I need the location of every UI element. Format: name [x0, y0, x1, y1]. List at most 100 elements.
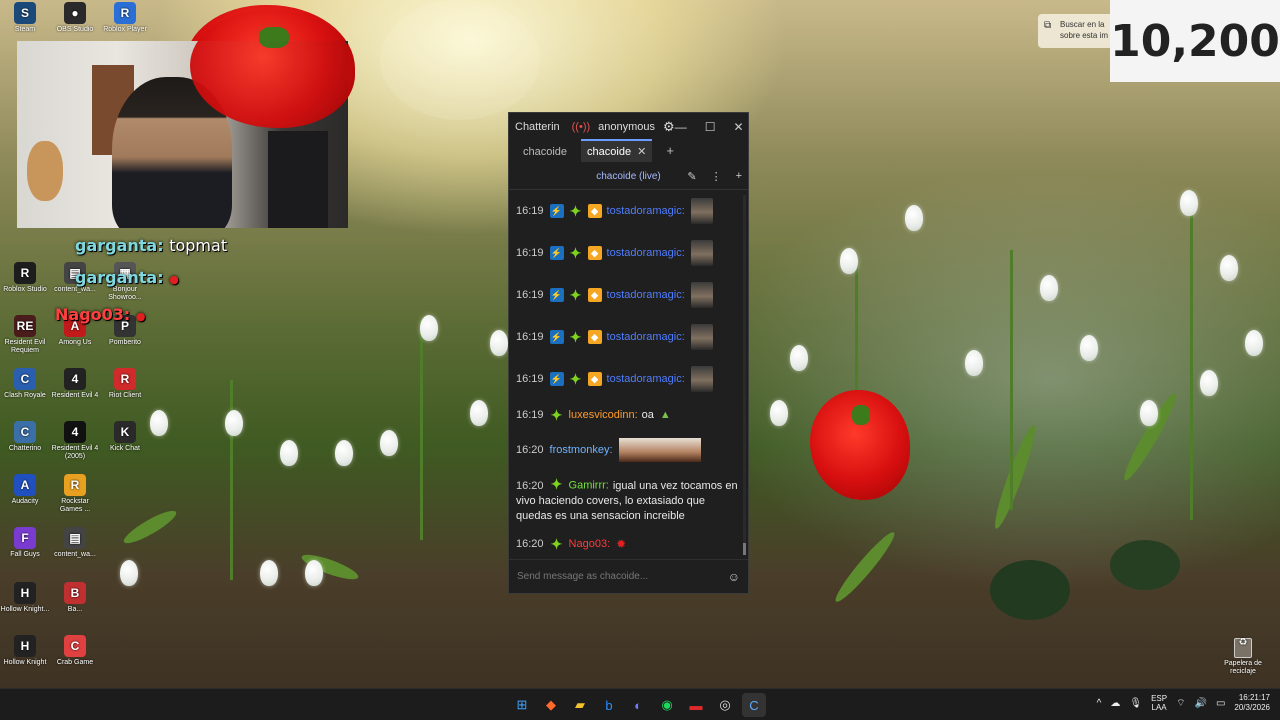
image-emote[interactable]: [618, 438, 701, 462]
split-header[interactable]: chacoide (live) ✎ ⋮ +: [509, 164, 748, 190]
windows-start-icon[interactable]: ⊞: [510, 693, 534, 717]
desktop-icon[interactable]: 4 Resident Evil 4: [50, 368, 100, 400]
add-split-icon[interactable]: +: [736, 170, 742, 183]
face-emote[interactable]: [690, 282, 713, 308]
chat-message[interactable]: 16:20 frostmonkey:: [516, 438, 741, 462]
message-timestamp: 16:19: [516, 204, 544, 217]
more-options-icon[interactable]: ⋮: [711, 170, 722, 183]
recording-app-icon[interactable]: ▬: [684, 693, 708, 717]
channel-header-title: chacoide (live): [596, 171, 661, 182]
moderation-icon[interactable]: ✎: [687, 170, 696, 183]
visual-search-hint[interactable]: ⧉ Buscar en la sobre esta im: [1038, 14, 1118, 48]
message-list[interactable]: 16:19 ⚡ ✦ ◆ tostadoramagic: 16:19 ⚡ ✦ ◆ tostadora…: [509, 192, 748, 559]
app-icon: ▤: [64, 527, 86, 549]
chat-message[interactable]: 16:19 ⚡ ✦ ◆ tostadoramagic:: [516, 198, 741, 224]
chatterino-taskbar-icon[interactable]: C: [742, 693, 766, 717]
message-username[interactable]: Gamirrr:: [569, 480, 609, 492]
snowdrop-flower: [335, 440, 353, 466]
bing-icon[interactable]: b: [597, 693, 621, 717]
scrollbar-thumb[interactable]: [743, 543, 746, 555]
snowdrop-flower: [1080, 335, 1098, 361]
maximize-button[interactable]: ☐: [705, 120, 716, 134]
desktop-icon[interactable]: B Ba...: [50, 582, 100, 614]
message-username[interactable]: tostadoramagic:: [607, 330, 685, 345]
chat-message[interactable]: 16:20 ✦ Nago03: ✹: [516, 536, 741, 552]
desktop-icon-label: OBS Studio: [56, 26, 94, 33]
desktop-icon[interactable]: RE Resident Evil Requiem: [0, 315, 50, 355]
snowdrop-flower: [1220, 255, 1238, 281]
spotify-icon[interactable]: ◉: [655, 693, 679, 717]
obs-icon[interactable]: ◎: [713, 693, 737, 717]
face-emote[interactable]: [690, 240, 713, 266]
gear-icon[interactable]: ⚙: [663, 119, 675, 135]
message-username[interactable]: tostadoramagic:: [607, 372, 685, 387]
desktop-icon-label: Crab Game: [56, 659, 94, 666]
chat-message[interactable]: 16:20 ✦ Gamirrr: igual una vez tocamos en v…: [516, 476, 741, 524]
tomato-emote[interactable]: ✹: [616, 537, 626, 552]
chevron-up-icon[interactable]: ^: [1097, 698, 1102, 709]
chat-scrollbar[interactable]: [743, 195, 746, 555]
desktop-icon[interactable]: K Kick Chat: [100, 421, 150, 453]
battery-icon[interactable]: ▭: [1216, 698, 1225, 709]
emoji-picker-icon[interactable]: ☺: [728, 570, 740, 584]
desktop-icon[interactable]: H Hollow Knight...: [0, 582, 50, 614]
desktop-icon[interactable]: C Crab Game: [50, 635, 100, 667]
message-username[interactable]: frostmonkey:: [550, 443, 613, 458]
volume-icon[interactable]: 🔊: [1195, 698, 1207, 709]
face-emote[interactable]: [690, 324, 713, 350]
add-tab-button[interactable]: +: [660, 139, 680, 162]
chat-message[interactable]: 16:19 ⚡ ✦ ◆ tostadoramagic:: [516, 282, 741, 308]
desktop-icon[interactable]: R Riot Client: [100, 368, 150, 400]
desktop-icon[interactable]: R Roblox Player: [100, 2, 150, 34]
sub-badge-icon: ✦: [569, 286, 582, 303]
desktop-icon[interactable]: C Clash Royale: [0, 368, 50, 400]
face-emote[interactable]: [690, 366, 713, 392]
desktop-icon[interactable]: R Roblox Studio: [0, 262, 50, 294]
message-username[interactable]: tostadoramagic:: [607, 204, 685, 219]
message-username[interactable]: tostadoramagic:: [607, 288, 685, 303]
flower-stem: [1190, 190, 1193, 520]
gift-badge-icon: ◆: [587, 330, 602, 344]
close-tab-icon[interactable]: ✕: [637, 146, 646, 158]
desktop-icon[interactable]: A Audacity: [0, 474, 50, 506]
chat-message[interactable]: 16:19 ⚡ ✦ ◆ tostadoramagic:: [516, 366, 741, 392]
tab-chacoide[interactable]: chacoide: [517, 142, 573, 162]
clock[interactable]: 16:21:17 20/3/2026: [1234, 693, 1270, 713]
message-username[interactable]: Nago03:: [569, 537, 611, 552]
network-icon[interactable]: ⌔: [1176, 697, 1185, 710]
message-username[interactable]: luxesvicodinn:: [569, 408, 638, 423]
message-username[interactable]: tostadoramagic:: [607, 246, 685, 261]
recycle-bin[interactable]: ♻ Papelera de reciclaje: [1215, 638, 1271, 676]
brave-browser-icon[interactable]: ◆: [539, 693, 563, 717]
cloud-icon[interactable]: ☁: [1110, 698, 1120, 709]
app-icon: K: [114, 421, 136, 443]
window-titlebar[interactable]: Chatterin ((•)) anonymous ⚙ — ☐ ✕: [509, 113, 748, 140]
desktop-icon[interactable]: C Chatterino: [0, 421, 50, 453]
desktop-icon[interactable]: F Fall Guys: [0, 527, 50, 559]
desktop-icon[interactable]: R Rockstar Games ...: [50, 474, 100, 514]
tree-emote[interactable]: ▲: [660, 408, 671, 423]
minimize-button[interactable]: —: [675, 120, 687, 134]
microphone-icon[interactable]: 🎙: [1129, 698, 1142, 709]
language-indicator[interactable]: ESP LAA: [1151, 694, 1167, 712]
desktop-icon-label: Audacity: [11, 498, 39, 505]
close-button[interactable]: ✕: [733, 120, 743, 134]
account-name[interactable]: anonymous: [598, 121, 655, 133]
desktop-icon[interactable]: H Hollow Knight: [0, 635, 50, 667]
face-emote[interactable]: [690, 198, 713, 224]
snowdrop-flower: [770, 400, 788, 426]
message-timestamp: 16:19: [516, 409, 544, 421]
chat-message[interactable]: 16:19 ⚡ ✦ ◆ tostadoramagic:: [516, 240, 741, 266]
chat-message[interactable]: 16:19 ⚡ ✦ ◆ tostadoramagic:: [516, 324, 741, 350]
desktop-icon[interactable]: 4 Resident Evil 4 (2005): [50, 421, 100, 461]
snowdrop-flower: [225, 410, 243, 436]
chat-message[interactable]: 16:19 ✦ luxesvicodinn: oa ▲: [516, 408, 741, 423]
message-input[interactable]: [517, 571, 728, 582]
snowdrop-flower: [1245, 330, 1263, 356]
file-explorer-icon[interactable]: ▰: [568, 693, 592, 717]
desktop-icon[interactable]: ▤ content_wa...: [50, 527, 100, 559]
desktop-icon[interactable]: ● OBS Studio: [50, 2, 100, 34]
desktop-icon[interactable]: S Steam: [0, 2, 50, 34]
tab-chacoide-active[interactable]: chacoide ✕: [581, 139, 653, 162]
discord-icon[interactable]: ◐: [626, 693, 650, 717]
